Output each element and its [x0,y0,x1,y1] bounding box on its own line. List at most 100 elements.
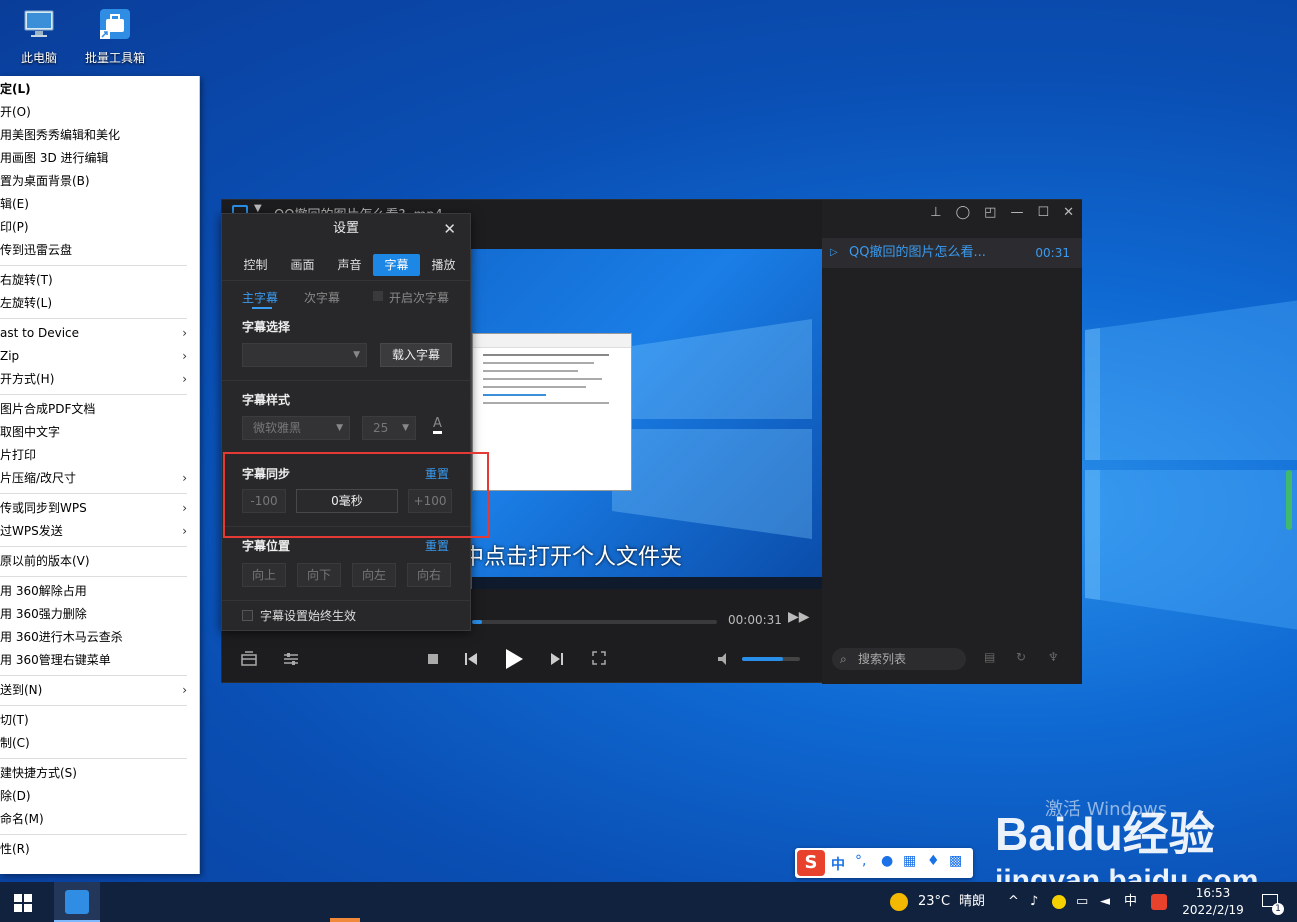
menu-item-compress-resize[interactable]: 片压缩/改尺寸 › [0,467,199,490]
menu-item-rotate-right[interactable]: 右旋转(T) [0,269,199,292]
menu-item-rename[interactable]: 命名(M) [0,808,199,831]
menu-item-cut[interactable]: 切(T) [0,709,199,732]
next-icon[interactable] [549,651,565,667]
microphone-icon[interactable]: ● [881,853,893,869]
menu-item-create-shortcut[interactable]: 建快捷方式(S) [0,762,199,785]
menu-item-photo-print[interactable]: 片打印 [0,444,199,467]
weather-text[interactable]: 晴朗 [959,882,985,922]
volume-slider[interactable] [742,657,800,661]
menu-item-cast-to-device[interactable]: ast to Device › [0,322,199,345]
ime-lang-label[interactable]: 中 [831,854,845,874]
menu-item-zip[interactable]: Zip › [0,345,199,368]
miniplayer-icon[interactable]: ◰ [984,205,996,221]
position-reset-link[interactable]: 重置 [425,537,449,554]
subtab-secondary[interactable]: 次字幕 [304,289,340,306]
menu-item-label: 用 360强力删除 [0,607,87,621]
time-display: 00:00:31 [728,613,782,627]
menu-item-rotate-left[interactable]: 左旋转(L) [0,292,199,315]
menu-item-send-to[interactable]: 送到(N) › [0,679,199,702]
settings-sliders-icon[interactable] [282,650,300,668]
menu-item-open-with[interactable]: 开方式(H) › [0,368,199,391]
sogou-logo-icon[interactable]: S [797,850,825,876]
menu-item-open[interactable]: 开(O) [0,101,199,124]
tip-icon[interactable]: ◯ [956,205,971,221]
font-color-icon[interactable]: A [433,417,442,434]
close-icon[interactable]: ✕ [443,220,456,238]
menu-item-lock[interactable]: 定(L) [0,78,199,101]
previous-icon[interactable] [463,651,479,667]
menu-separator [0,394,187,395]
taskbar-app-player[interactable] [330,918,360,922]
position-right-button[interactable]: 向右 [407,563,451,587]
menu-item-properties[interactable]: 性(R) [0,838,199,861]
menu-item-delete[interactable]: 除(D) [0,785,199,808]
weather-icon[interactable] [890,882,908,922]
desktop-icon-this-pc[interactable]: 此电脑 [4,6,74,66]
toolbox-icon[interactable]: ▩ [949,853,962,869]
volume-icon[interactable]: ◄ [1100,882,1110,922]
progress-bar[interactable] [472,620,717,624]
enable-secondary-checkbox[interactable] [373,291,383,301]
menu-item-360-scan[interactable]: 用 360进行木马云查杀 [0,626,199,649]
menu-item-restore-versions[interactable]: 原以前的版本(V) [0,550,199,573]
play-icon[interactable] [503,647,525,671]
menu-item-set-wallpaper[interactable]: 置为桌面背景(B) [0,170,199,193]
menu-item-360-unlock[interactable]: 用 360解除占用 [0,580,199,603]
playlist-search-input[interactable]: ⌕ 搜索列表 [832,648,966,670]
menu-item-meitu[interactable]: 用美图秀秀编辑和美化 [0,124,199,147]
start-icon[interactable] [14,894,32,912]
font-select[interactable]: 微软雅黑 ▼ [242,416,350,440]
menu-item-xunlei-upload[interactable]: 传到迅雷云盘 [0,239,199,262]
sogou-tray-icon[interactable] [1151,882,1167,922]
font-size-select[interactable]: 25 ▼ [362,416,416,440]
stop-icon[interactable] [427,653,439,665]
tab-audio[interactable]: 声音 [326,254,373,276]
skin-icon[interactable]: ♦ [927,853,940,869]
close-icon[interactable]: ✕ [1063,205,1074,221]
keyboard-icon[interactable]: ▦ [903,853,916,869]
volume-icon[interactable] [716,651,732,667]
menu-item-360-manage-menu[interactable]: 用 360管理右键菜单 [0,649,199,672]
tab-subtitle[interactable]: 字幕 [373,254,420,276]
subtitle-select-dropdown[interactable]: ▼ [242,343,367,367]
taskbar-app-toolbox[interactable] [54,882,100,922]
tab-playback[interactable]: 播放 [420,254,467,276]
position-down-button[interactable]: 向下 [297,563,341,587]
fullscreen-icon[interactable] [591,650,607,666]
menu-item-extract-text[interactable]: 取图中文字 [0,421,199,444]
minimize-icon[interactable]: — [1010,205,1023,221]
menu-item-paint3d[interactable]: 用画图 3D 进行编辑 [0,147,199,170]
next-chapter-icon[interactable]: ▶▶ [788,609,810,625]
maximize-icon[interactable]: ☐ [1037,205,1049,221]
input-lang[interactable]: 中 [1124,882,1137,922]
clear-icon[interactable]: ♆ [1048,650,1059,664]
menu-item-360-force-delete[interactable]: 用 360强力删除 [0,603,199,626]
weather-temp[interactable]: 23°C [918,882,950,922]
position-left-button[interactable]: 向左 [352,563,396,587]
menu-item-wps-sync[interactable]: 传或同步到WPS › [0,497,199,520]
load-subtitle-button[interactable]: 载入字幕 [380,343,452,367]
punctuation-icon[interactable]: °, [855,853,866,869]
security-icon[interactable] [1052,882,1066,922]
menu-item-merge-pdf[interactable]: 图片合成PDF文档 [0,398,199,421]
notification-bell-icon[interactable]: ♪ [1030,882,1038,922]
tab-picture[interactable]: 画面 [279,254,326,276]
menu-item-wps-send[interactable]: 过WPS发送 › [0,520,199,543]
menu-item-print[interactable]: 印(P) [0,216,199,239]
tab-control[interactable]: 控制 [232,254,279,276]
delete-list-icon[interactable]: ▤ [984,650,995,664]
clock[interactable]: 16:53 2022/2/19 [1178,885,1248,919]
pin-icon[interactable]: ⊥ [930,205,941,221]
desktop-icon-batch-toolbox[interactable]: 批量工具箱 [80,6,150,66]
chevron-up-icon[interactable]: ^ [1008,882,1019,922]
playlist-icon[interactable] [240,650,258,668]
playlist-item[interactable]: ▷ QQ撤回的图片怎么看... 00:31 [822,238,1082,268]
ime-toolbar: S 中 °, ● ▦ ♦ ▩ [795,848,973,878]
menu-item-edit[interactable]: 辑(E) [0,193,199,216]
subtab-main[interactable]: 主字幕 [242,289,278,306]
network-icon[interactable]: ▭ [1076,882,1088,922]
loop-icon[interactable]: ↻ [1016,650,1026,664]
always-apply-checkbox[interactable] [242,610,253,621]
position-up-button[interactable]: 向上 [242,563,286,587]
menu-item-copy[interactable]: 制(C) [0,732,199,755]
